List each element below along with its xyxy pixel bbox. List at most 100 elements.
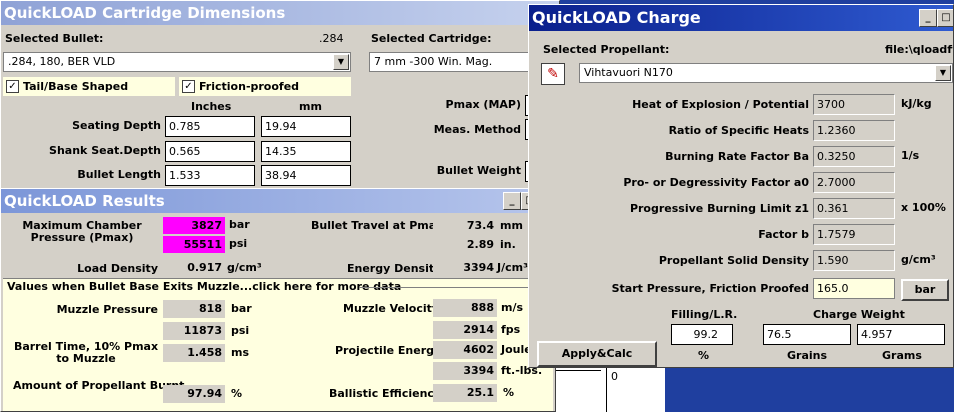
muzzle-bar-unit: bar — [231, 302, 252, 315]
cartridge-select-value: 7 mm -300 Win. Mag. — [374, 55, 493, 68]
cartridge-dimensions-titlebar[interactable]: QuickLOAD Cartridge Dimensions — [1, 1, 559, 25]
pmax-psi-unit: psi — [229, 237, 248, 250]
ballistic-unit: % — [503, 386, 515, 399]
pmax-bar-value: 3827 — [163, 217, 225, 234]
ratio-label: Ratio of Specific Heats — [668, 124, 809, 137]
bullet-length-label: Bullet Length — [77, 168, 161, 181]
bullet-select-value: .284, 180, BER VLD — [8, 55, 116, 68]
velocity-ms-unit: m/s — [501, 301, 524, 314]
filling-label: Filling/L.R. — [671, 308, 738, 321]
muzzle-psi-unit: psi — [231, 324, 250, 337]
tail-base-check-icon: ✓ — [6, 80, 19, 93]
barrel-time-unit: ms — [231, 346, 250, 359]
results-titlebar[interactable]: QuickLOAD Results — [1, 189, 555, 213]
bullet-select[interactable]: .284, 180, BER VLD ▼ — [3, 52, 351, 72]
col-inches-label: Inches — [191, 100, 232, 113]
col-mm-label: mm — [299, 100, 322, 113]
start-pressure-field[interactable]: 165.0 — [813, 278, 895, 299]
filling-field[interactable]: 99.2 — [671, 324, 733, 345]
grams-field[interactable]: 4.957 — [857, 324, 945, 345]
muzzle-pressure-label: Muzzle Pressure — [56, 303, 158, 316]
bullet-caliber: .284 — [319, 32, 344, 45]
barrel-time-label: Barrel Time, 10% Pmax to Muzzle — [13, 340, 159, 365]
ballistic-efficiency-label: Ballistic Efficiency — [329, 387, 442, 400]
charge-titlebar[interactable]: QuickLOAD Charge — [529, 5, 953, 31]
pmax-psi-value: 55511 — [163, 236, 225, 253]
load-density-value: 0.917 — [163, 259, 225, 277]
pmax-bar-unit: bar — [229, 218, 250, 231]
grains-field[interactable]: 76.5 — [763, 324, 851, 345]
factorb-label: Factor b — [758, 228, 809, 241]
seating-depth-label: Seating Depth — [72, 119, 161, 132]
minimize-icon[interactable]: _ — [503, 192, 521, 210]
density-unit: g/cm³ — [901, 253, 936, 266]
bar-unit-button[interactable]: bar — [901, 279, 949, 301]
cartridge-dimensions-title: QuickLOAD Cartridge Dimensions — [4, 4, 286, 22]
burning-label: Burning Rate Factor Ba — [665, 150, 809, 163]
barrel-time-value: 1.458 — [163, 344, 225, 362]
energy-density-label: Energy Density — [347, 262, 442, 275]
bullet-weight-label: Bullet Weight — [436, 164, 521, 177]
bullet-length-in-field[interactable]: 1.533 — [165, 165, 255, 186]
muzzle-header-link[interactable]: Values when Bullet Base Exits Muzzle...c… — [7, 280, 401, 293]
muzzle-psi-value: 11873 — [163, 322, 225, 340]
ballistic-value: 25.1 — [433, 384, 497, 402]
background-axis — [606, 368, 607, 412]
progdeg-label: Pro- or Degressivity Factor a0 — [623, 176, 809, 189]
tail-base-checkbox[interactable]: ✓ Tail/Base Shaped — [3, 77, 175, 96]
load-density-label: Load Density — [77, 262, 158, 275]
background-value: 0 — [611, 370, 618, 383]
charge-restore-icon[interactable]: □ — [937, 9, 953, 27]
bullet-travel-label: Bullet Travel at Pmax — [311, 219, 444, 232]
friction-check-icon: ✓ — [182, 80, 195, 93]
density-field[interactable]: 1.590 — [813, 250, 895, 271]
seating-depth-in-field[interactable]: 0.785 — [165, 116, 255, 137]
shank-in-field[interactable]: 0.565 — [165, 141, 255, 162]
limit-label: Progressive Burning Limit z1 — [629, 202, 809, 215]
energy-ftlbs-value: 3394 — [433, 362, 497, 380]
background-tick — [556, 370, 601, 371]
heat-field[interactable]: 3700 — [813, 94, 895, 115]
apply-calc-button[interactable]: Apply&Calc — [537, 341, 657, 367]
density-label: Propellant Solid Density — [658, 254, 809, 267]
propellant-icon[interactable]: ✎ — [541, 63, 565, 85]
muzzle-section[interactable]: Values when Bullet Base Exits Muzzle...c… — [3, 278, 553, 411]
shank-mm-field[interactable]: 14.35 — [261, 141, 351, 162]
shank-seat-depth-label: Shank Seat.Depth — [49, 144, 161, 157]
projectile-energy-label: Projectile Energy — [335, 344, 442, 357]
heat-label: Heat of Explosion / Potential — [632, 98, 809, 111]
burning-field[interactable]: 0.3250 — [813, 146, 895, 167]
friction-proofed-checkbox[interactable]: ✓ Friction-proofed — [179, 77, 351, 96]
travel-in-unit: in. — [500, 238, 516, 251]
burnt-unit: % — [231, 387, 243, 400]
factorb-field[interactable]: 1.7579 — [813, 224, 895, 245]
charge-window: QuickLOAD Charge _ □ Selected Propellant… — [528, 4, 954, 368]
selected-propellant-label: Selected Propellant: — [543, 43, 670, 56]
selected-cartridge-label: Selected Cartridge: — [371, 32, 492, 45]
propellant-chevron-down-icon[interactable]: ▼ — [935, 65, 951, 81]
meas-method-label: Meas. Method — [433, 123, 521, 136]
file-label: file:\qloadfw — [885, 43, 953, 56]
cartridge-dimensions-window: QuickLOAD Cartridge Dimensions Selected … — [0, 0, 560, 192]
muzzle-bar-value: 818 — [163, 300, 225, 318]
burning-unit: 1/s — [901, 149, 920, 162]
ratio-field[interactable]: 1.2360 — [813, 120, 895, 141]
propellant-select[interactable]: Vihtavuori N170 ▼ — [579, 63, 953, 83]
charge-weight-label: Charge Weight — [813, 308, 905, 321]
progdeg-field[interactable]: 2.7000 — [813, 172, 895, 193]
bullet-length-mm-field[interactable]: 38.94 — [261, 165, 351, 186]
limit-field[interactable]: 0.361 — [813, 198, 895, 219]
heat-unit: kJ/kg — [901, 97, 932, 110]
chevron-down-icon[interactable]: ▼ — [333, 54, 349, 70]
results-title: QuickLOAD Results — [4, 192, 165, 210]
velocity-fps-unit: fps — [501, 323, 521, 336]
charge-minimize-icon[interactable]: _ — [919, 9, 937, 27]
start-pressure-label: Start Pressure, Friction Proofed — [611, 282, 809, 295]
muzzle-header-rule — [359, 287, 549, 288]
tail-base-label: Tail/Base Shaped — [23, 80, 129, 93]
propellant-select-value: Vihtavuori N170 — [584, 66, 673, 79]
selected-bullet-label: Selected Bullet: — [5, 32, 104, 45]
cartridge-select[interactable]: 7 mm -300 Win. Mag. — [369, 52, 539, 72]
seating-depth-mm-field[interactable]: 19.94 — [261, 116, 351, 137]
velocity-fps-value: 2914 — [433, 321, 497, 339]
